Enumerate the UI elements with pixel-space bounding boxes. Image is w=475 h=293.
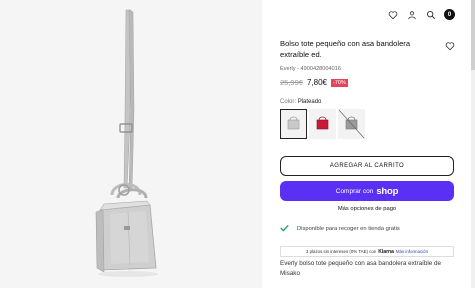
klarna-logo: Klarna — [378, 248, 394, 255]
cart-count: 0 — [447, 11, 452, 18]
klarna-banner: 3 plazos sin intereses (0% TAE) con Klar… — [280, 246, 454, 257]
add-to-cart-button[interactable]: AGREGAR AL CARRITO — [280, 156, 454, 176]
check-icon — [280, 224, 289, 234]
scrollbar-thumb[interactable] — [471, 0, 475, 70]
price-row: 25,99€ 7,80€ -70% — [280, 78, 348, 87]
color-label: Color: Plateado — [280, 99, 321, 105]
product-image — [0, 0, 262, 288]
scrollbar[interactable] — [471, 0, 475, 288]
pickup-availability: Disponible para recoger en tienda gratis — [280, 224, 400, 234]
bag-icon[interactable]: 0 — [444, 9, 455, 20]
wishlist-heart-icon[interactable] — [445, 38, 455, 56]
search-icon[interactable] — [425, 9, 436, 20]
shop-pay-button[interactable]: Comprar con shop — [280, 181, 454, 201]
swatch-gris-unavailable[interactable] — [338, 109, 365, 139]
swatch-rojo[interactable] — [309, 109, 336, 139]
color-swatches — [280, 109, 365, 139]
pickup-text: Disponible para recoger en tienda gratis — [297, 226, 400, 232]
more-payment-options-link[interactable]: Más opciones de pago — [280, 206, 454, 212]
shop-logo: shop — [376, 185, 399, 197]
shop-pay-prefix: Comprar con — [335, 187, 374, 195]
product-image-gallery[interactable] — [0, 0, 262, 288]
user-icon[interactable] — [406, 9, 417, 20]
swatch-plateado[interactable] — [280, 109, 307, 139]
product-sku: Everly - 4900428004016 — [280, 66, 341, 72]
current-price: 7,80€ — [306, 78, 327, 87]
color-label-prefix: Color: — [280, 99, 297, 105]
product-title: Bolso tote pequeño con asa bandolera ext… — [280, 39, 411, 59]
klarna-info-link[interactable]: Más información — [396, 249, 428, 254]
product-description: Everly bolso tote pequeño con asa bandol… — [280, 260, 442, 277]
heart-icon[interactable] — [387, 9, 398, 20]
header-icons: 0 — [387, 9, 455, 20]
old-price: 25,99€ — [280, 78, 303, 87]
product-panel: 0 Bolso tote pequeño con asa bandolera e… — [262, 0, 475, 288]
discount-badge: -70% — [330, 78, 348, 87]
klarna-text: 3 plazos sin intereses (0% TAE) con — [305, 249, 377, 254]
color-value: Plateado — [297, 99, 322, 105]
